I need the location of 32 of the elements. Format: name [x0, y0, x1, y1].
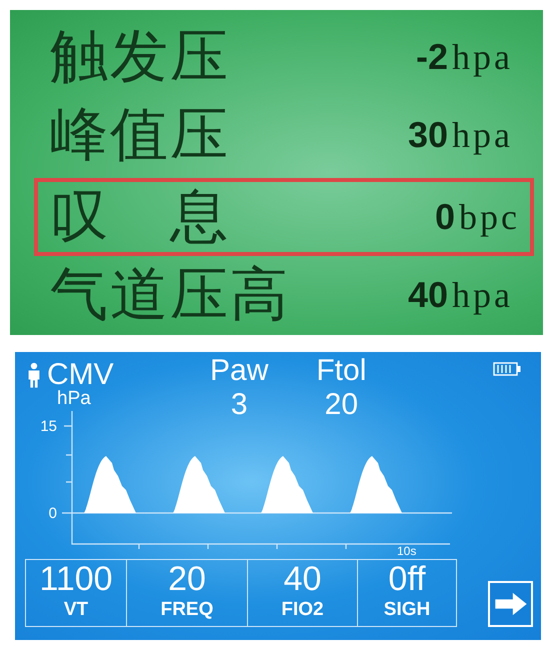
setting-label: 气道压高 — [50, 261, 290, 329]
parameter-label: FREQ — [160, 598, 214, 622]
setting-value: -2 — [416, 36, 448, 78]
setting-label: 峰值压 — [50, 101, 230, 169]
mode-label: CMV — [47, 358, 114, 391]
parameter-value: 0ff — [388, 560, 426, 598]
setting-label: 叹 息 — [50, 183, 230, 251]
reading-value: 3 — [230, 388, 248, 422]
parameter-label: VT — [64, 598, 88, 622]
battery-icon — [493, 362, 521, 376]
reading-label: Ftol — [316, 354, 366, 388]
reading-value: 20 — [324, 388, 358, 422]
arrow-right-icon — [494, 592, 528, 616]
setting-value: 40 — [408, 274, 448, 316]
setting-value: 0 — [434, 196, 456, 238]
axis-label: 15 — [39, 418, 57, 435]
parameter-label: FIO2 — [281, 598, 324, 622]
setting-value: 30 — [408, 114, 448, 156]
setting-label: 触发压 — [50, 23, 230, 91]
axis-label: 10s — [397, 544, 416, 558]
unit-label: hPa — [57, 388, 91, 410]
unit-label: bpc — [459, 196, 520, 238]
parameter-value: 20 — [168, 560, 206, 598]
axis-label: 0 — [48, 505, 57, 522]
unit-label: hpa — [452, 274, 513, 316]
next-button[interactable] — [488, 581, 533, 627]
parameter-value: 40 — [284, 560, 322, 598]
unit-label: hpa — [452, 114, 513, 156]
parameter-value: 1100 — [39, 560, 113, 598]
parameter-label: SIGH — [384, 598, 430, 622]
reading-label: Paw — [210, 354, 268, 388]
unit-label: hpa — [452, 36, 513, 78]
